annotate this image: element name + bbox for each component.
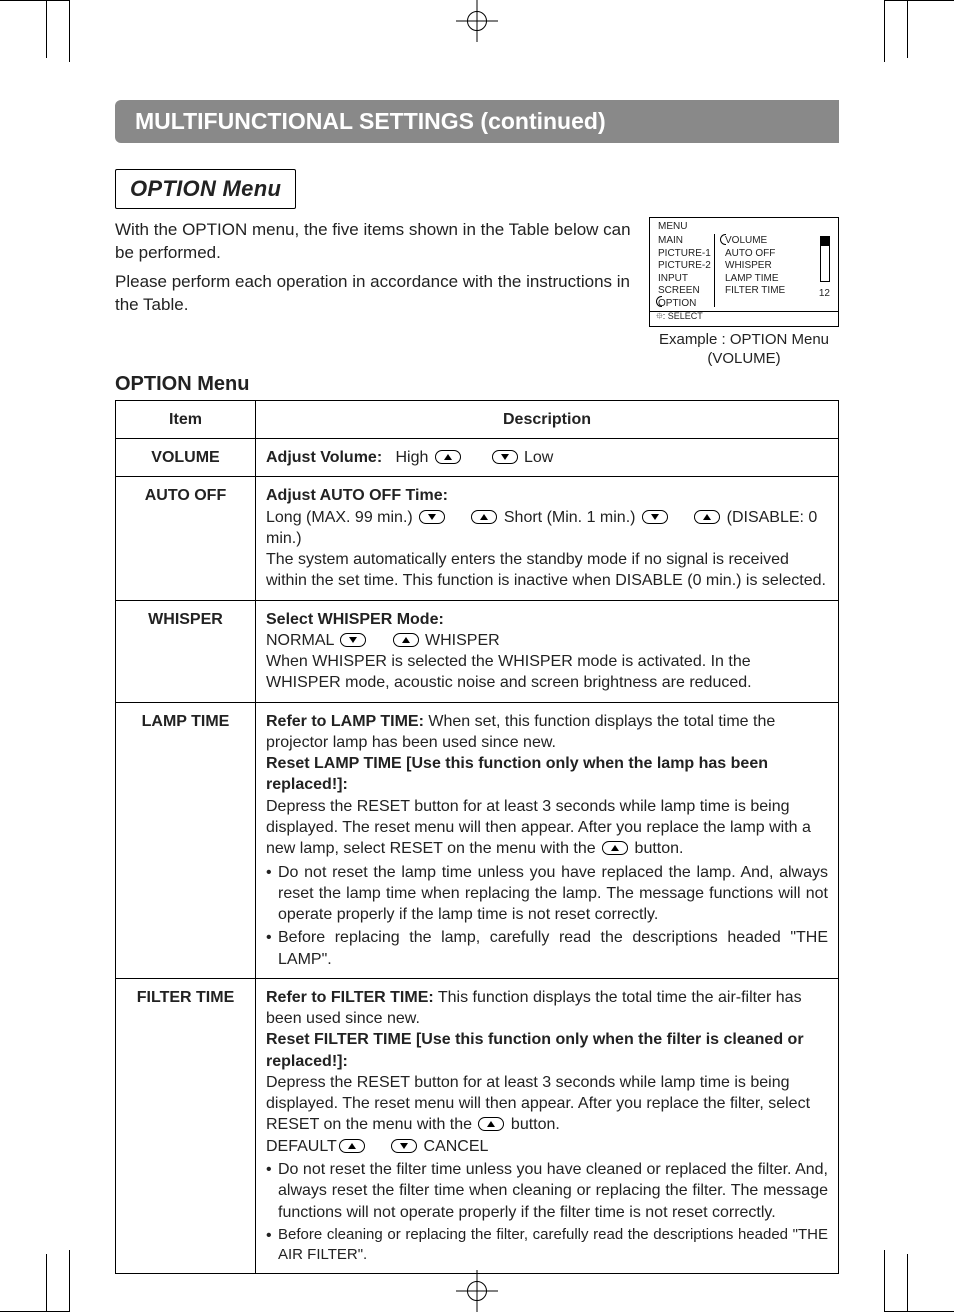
menu-title: OPTION Menu [130, 176, 281, 201]
label-normal: NORMAL [266, 632, 334, 649]
desc-note: The system automatically enters the stan… [266, 549, 828, 592]
osd-item: PICTURE-2 [658, 260, 711, 273]
osd-value: 12 [819, 288, 830, 299]
osd-right-list: VOLUME AUTO OFF WHISPER LAMP TIME FILTER… [725, 235, 785, 298]
desc-text: button. [506, 1116, 559, 1133]
up-button-icon [435, 450, 461, 464]
desc-lead: Select WHISPER Mode: [266, 609, 828, 630]
table-row: FILTER TIME Refer to FILTER TIME: This f… [116, 978, 839, 1273]
label-short: Short (Min. 1 min.) [504, 509, 636, 526]
intro-text: Please perform each operation in accorda… [115, 271, 635, 317]
osd-item: FILTER TIME [725, 285, 785, 298]
item-name: WHISPER [116, 600, 256, 702]
bullet-text: Do not reset the lamp time unless you ha… [278, 862, 828, 926]
up-button-icon [339, 1139, 365, 1153]
item-name: AUTO OFF [116, 477, 256, 600]
crop-mark [884, 1250, 954, 1312]
registration-mark [918, 625, 954, 667]
col-header-item: Item [116, 400, 256, 438]
crop-mark [0, 1250, 70, 1312]
label-cancel: CANCEL [424, 1138, 489, 1155]
item-name: LAMP TIME [116, 702, 256, 978]
label-long: Long (MAX. 99 min.) [266, 509, 413, 526]
osd-item: INPUT [658, 273, 711, 286]
up-button-icon [602, 841, 628, 855]
table-title: OPTION Menu [115, 373, 839, 396]
desc-lead: Reset LAMP TIME [Use this function only … [266, 753, 828, 796]
registration-mark [456, 1270, 498, 1312]
up-button-icon [393, 633, 419, 647]
osd-item: LAMP TIME [725, 273, 785, 286]
crop-mark [907, 1254, 908, 1312]
table-row: LAMP TIME Refer to LAMP TIME: When set, … [116, 702, 839, 978]
figure-caption: Example : OPTION Menu (VOLUME) [649, 331, 839, 369]
option-table: Item Description VOLUME Adjust Volume: H… [115, 400, 839, 1274]
intro-text: With the OPTION menu, the five items sho… [115, 219, 635, 265]
table-row: VOLUME Adjust Volume: High Low [116, 439, 839, 477]
col-header-desc: Description [256, 400, 839, 438]
desc-lead: Refer to FILTER TIME: [266, 989, 434, 1006]
osd-item: MAIN [658, 235, 711, 248]
osd-example-figure: MENU MAIN PICTURE-1 PICTURE-2 INPUT SCRE… [649, 217, 839, 369]
item-name: FILTER TIME [116, 978, 256, 1273]
desc-note: When WHISPER is selected the WHISPER mod… [266, 651, 828, 694]
registration-mark [0, 625, 36, 667]
label-default: DEFAULT [266, 1138, 337, 1155]
osd-slider-thumb [820, 236, 830, 246]
bullet-text: Before replacing the lamp, carefully rea… [278, 927, 828, 970]
osd-item: VOLUME [725, 235, 785, 248]
label-low: Low [524, 449, 553, 466]
desc-lead: Reset FILTER TIME [Use this function onl… [266, 1029, 828, 1072]
crop-mark [46, 0, 47, 58]
bullet-text: Before cleaning or replacing the filter,… [278, 1225, 828, 1265]
up-button-icon [478, 1117, 504, 1131]
down-button-icon [419, 510, 445, 524]
registration-mark [456, 0, 498, 42]
item-name: VOLUME [116, 439, 256, 477]
down-button-icon [642, 510, 668, 524]
crop-mark [0, 0, 70, 62]
table-row: WHISPER Select WHISPER Mode: NORMAL WHIS… [116, 600, 839, 702]
desc-lead: Adjust Volume: [266, 449, 382, 466]
desc-lead: Refer to LAMP TIME: [266, 713, 424, 730]
up-button-icon [694, 510, 720, 524]
desc-text: button. [630, 840, 683, 857]
down-button-icon [391, 1139, 417, 1153]
osd-item: WHISPER [725, 260, 785, 273]
up-button-icon [471, 510, 497, 524]
crop-mark [907, 0, 908, 58]
osd-header: MENU [658, 221, 687, 232]
menu-title-box: OPTION Menu [115, 169, 296, 209]
label-high: High [396, 449, 429, 466]
osd-screenshot: MENU MAIN PICTURE-1 PICTURE-2 INPUT SCRE… [649, 217, 839, 327]
crop-mark [884, 0, 954, 62]
table-row: AUTO OFF Adjust AUTO OFF Time: Long (MAX… [116, 477, 839, 600]
osd-left-list: MAIN PICTURE-1 PICTURE-2 INPUT SCREEN OP… [658, 235, 711, 310]
crop-mark [46, 1254, 47, 1312]
osd-item: SCREEN [658, 285, 711, 298]
osd-item: PICTURE-1 [658, 248, 711, 261]
down-button-icon [340, 633, 366, 647]
bullet-text: Do not reset the filter time unless you … [278, 1159, 828, 1223]
down-button-icon [492, 450, 518, 464]
desc-lead: Adjust AUTO OFF Time: [266, 485, 828, 506]
label-whisper: WHISPER [425, 632, 500, 649]
section-banner: MULTIFUNCTIONAL SETTINGS (continued) [115, 100, 839, 143]
osd-item: AUTO OFF [725, 248, 785, 261]
osd-footer: ⯐: SELECT [656, 309, 703, 325]
desc-text: Depress the RESET button for at least 3 … [266, 798, 811, 858]
